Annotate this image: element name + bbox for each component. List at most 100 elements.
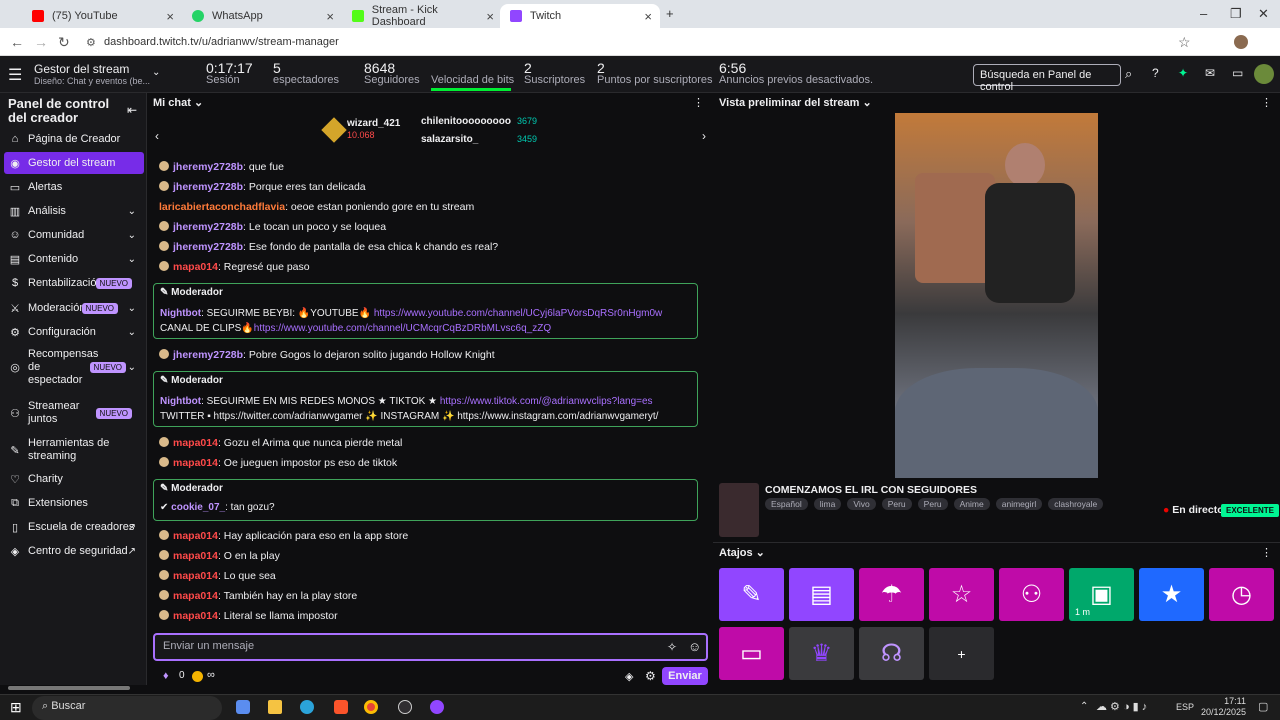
window-close-icon[interactable]: ✕ — [1258, 6, 1269, 22]
dashboard-search-input[interactable]: Búsqueda en Panel de control — [973, 64, 1121, 93]
sidebar-item-moderation[interactable]: ⚔ Moderación NUEVO ⌄ — [4, 297, 144, 319]
back-icon[interactable]: ← — [10, 34, 24, 50]
sidebar-item-creator-page[interactable]: ⌂ Página de Creador — [4, 128, 144, 150]
help-icon[interactable]: ? — [1152, 66, 1159, 80]
gear-icon[interactable]: ⚙ — [645, 669, 656, 683]
sidebar-item-charity[interactable]: ♡ Charity — [4, 468, 144, 490]
chevron-down-icon: ⌄ — [127, 205, 136, 217]
tag[interactable]: animegirl — [995, 498, 1043, 510]
chat-input[interactable]: Enviar un mensaje — [153, 633, 708, 661]
sidebar-item-school[interactable]: ▯ Escuela de creadores ↗ — [4, 516, 144, 538]
sparkle-icon[interactable]: ✧ — [667, 640, 677, 654]
chevron-down-icon[interactable]: ⌄ — [152, 67, 160, 78]
raid-button[interactable]: ☂ — [859, 568, 924, 621]
sidebar-item-rewards[interactable]: ◎ Recompensas de espectador NUEVO ⌄ — [4, 348, 144, 386]
tab-kick[interactable]: Stream - Kick Dashboard × — [342, 4, 502, 28]
tag[interactable]: Vivo — [847, 498, 876, 510]
close-icon[interactable]: × — [644, 9, 652, 24]
brave-icon[interactable] — [334, 700, 348, 714]
collapse-icon[interactable]: ⇤ — [127, 103, 137, 117]
sidebar-item-safety[interactable]: ◈ Centro de seguridad ↗ — [4, 540, 144, 562]
mod-label: ✎ Moderador — [160, 375, 223, 386]
bits-icon[interactable] — [192, 671, 203, 682]
sidebar-item-alerts[interactable]: ▭ Alertas — [4, 176, 144, 198]
sidebar-item-analytics[interactable]: ▥ Análisis ⌄ — [4, 200, 144, 222]
sidebar-item-content[interactable]: ▤ Contenido ⌄ — [4, 248, 144, 270]
copilot-icon[interactable] — [236, 700, 250, 714]
obs-icon[interactable] — [398, 700, 412, 714]
tab-youtube[interactable]: (75) YouTube × — [22, 4, 182, 28]
more-icon[interactable]: ⋮ — [1261, 546, 1272, 559]
tag[interactable]: Peru — [917, 498, 948, 510]
more-icon[interactable]: ⋮ — [693, 96, 704, 109]
crown-button[interactable]: ♛ — [789, 627, 854, 680]
highlight-button[interactable]: ☆ — [929, 568, 994, 621]
close-icon[interactable]: × — [326, 9, 334, 24]
tab-twitch[interactable]: Twitch × — [500, 4, 660, 28]
whispers-icon[interactable]: ▭ — [1232, 66, 1243, 80]
minimize-icon[interactable]: – — [1200, 6, 1207, 21]
user-avatar[interactable] — [1254, 64, 1274, 84]
windows-start-icon[interactable]: ⊞ — [10, 699, 22, 716]
menu-icon[interactable]: ☰ — [8, 65, 22, 85]
horizontal-scrollbar[interactable] — [8, 686, 130, 690]
send-button[interactable]: Enviar — [662, 667, 708, 685]
chat-title[interactable]: Mi chat ⌄ — [153, 96, 203, 109]
chevron-right-icon[interactable]: › — [702, 129, 706, 143]
url-field[interactable]: dashboard.twitch.tv/u/adrianwv/stream-ma… — [104, 36, 339, 48]
maximize-icon[interactable]: ❐ — [1230, 6, 1242, 22]
sidebar-item-stream-manager[interactable]: ◉ Gestor del stream — [4, 152, 144, 174]
sparkle-icon[interactable]: ✦ — [1178, 66, 1188, 80]
folder-icon[interactable] — [268, 700, 282, 714]
tray-icons[interactable]: ☁ ⚙ ◑ ▮ ♪ — [1096, 700, 1147, 713]
tag[interactable]: Peru — [881, 498, 912, 510]
edit-stream-info-button[interactable]: ✎ — [719, 568, 784, 621]
chrome-icon[interactable] — [364, 700, 378, 714]
clock[interactable]: 17:11 20/12/2025 — [1200, 696, 1246, 718]
tag[interactable]: clashroyale — [1048, 498, 1104, 510]
inbox-icon[interactable]: ✉ — [1205, 66, 1215, 80]
notification-icon[interactable]: ▢ — [1258, 700, 1268, 713]
tag[interactable]: Anime — [953, 498, 990, 510]
site-info-icon[interactable]: ⚙ — [86, 36, 96, 49]
sidebar-item-monetization[interactable]: $ Rentabilización NUEVO — [4, 272, 144, 294]
new-tab-icon[interactable]: + — [666, 6, 674, 21]
forward-icon[interactable]: → — [34, 34, 48, 50]
layout-selector[interactable]: Gestor del stream Diseño: Chat y eventos… — [34, 63, 150, 87]
sidebar-item-extensions[interactable]: ⧉ Extensiones — [4, 492, 144, 514]
tab-whatsapp[interactable]: WhatsApp × — [182, 4, 342, 28]
shield-icon[interactable]: ◈ — [625, 670, 633, 683]
layout-button[interactable]: ▭ — [719, 627, 784, 680]
tag[interactable]: lima — [813, 498, 842, 510]
add-shortcut-button[interactable]: + — [929, 627, 994, 680]
reload-icon[interactable]: ↻ — [58, 34, 70, 51]
points-icon[interactable]: ♦ — [163, 670, 169, 682]
language-indicator[interactable]: ESP — [1176, 702, 1194, 712]
bookmark-icon[interactable]: ☆ — [1178, 34, 1191, 51]
featured-button[interactable]: ★ — [1139, 568, 1204, 621]
taskbar-search[interactable]: ⌕ Buscar — [32, 696, 222, 720]
add-user-button[interactable]: ⚇ — [999, 568, 1064, 621]
ad-break-button[interactable]: ▣ 1 m — [1069, 568, 1134, 621]
app-icon[interactable] — [430, 700, 444, 714]
more-icon[interactable]: ⋮ — [1261, 96, 1272, 109]
sidebar-item-stream-together[interactable]: ⚇ Streamear juntos NUEVO — [4, 400, 144, 426]
edge-icon[interactable] — [300, 700, 314, 714]
emoji-icon[interactable]: ☺ — [688, 639, 701, 654]
profile-avatar[interactable] — [1234, 35, 1248, 49]
close-icon[interactable]: × — [486, 9, 494, 24]
chevron-left-icon[interactable]: ‹ — [155, 129, 159, 143]
close-icon[interactable]: × — [166, 9, 174, 24]
replay-button[interactable]: ◷ — [1209, 568, 1274, 621]
sidebar-item-tools[interactable]: ✎ Herramientas de streaming — [4, 437, 144, 463]
clip-button[interactable]: ▤ — [789, 568, 854, 621]
preview-title[interactable]: Vista preliminar del stream ⌄ — [719, 96, 872, 109]
chevron-up-icon[interactable]: ⌃ — [1080, 701, 1088, 712]
shortcuts-title[interactable]: Atajos ⌄ — [719, 546, 765, 559]
sidebar-item-settings[interactable]: ⚙ Configuración ⌄ — [4, 321, 144, 343]
sidebar-item-community[interactable]: ☺ Comunidad ⌄ — [4, 224, 144, 246]
stream-video-preview[interactable] — [895, 113, 1098, 478]
tag[interactable]: Español — [765, 498, 808, 510]
chat-bot-button[interactable]: ☊ — [859, 627, 924, 680]
search-icon[interactable]: ⌕ — [1125, 66, 1132, 82]
